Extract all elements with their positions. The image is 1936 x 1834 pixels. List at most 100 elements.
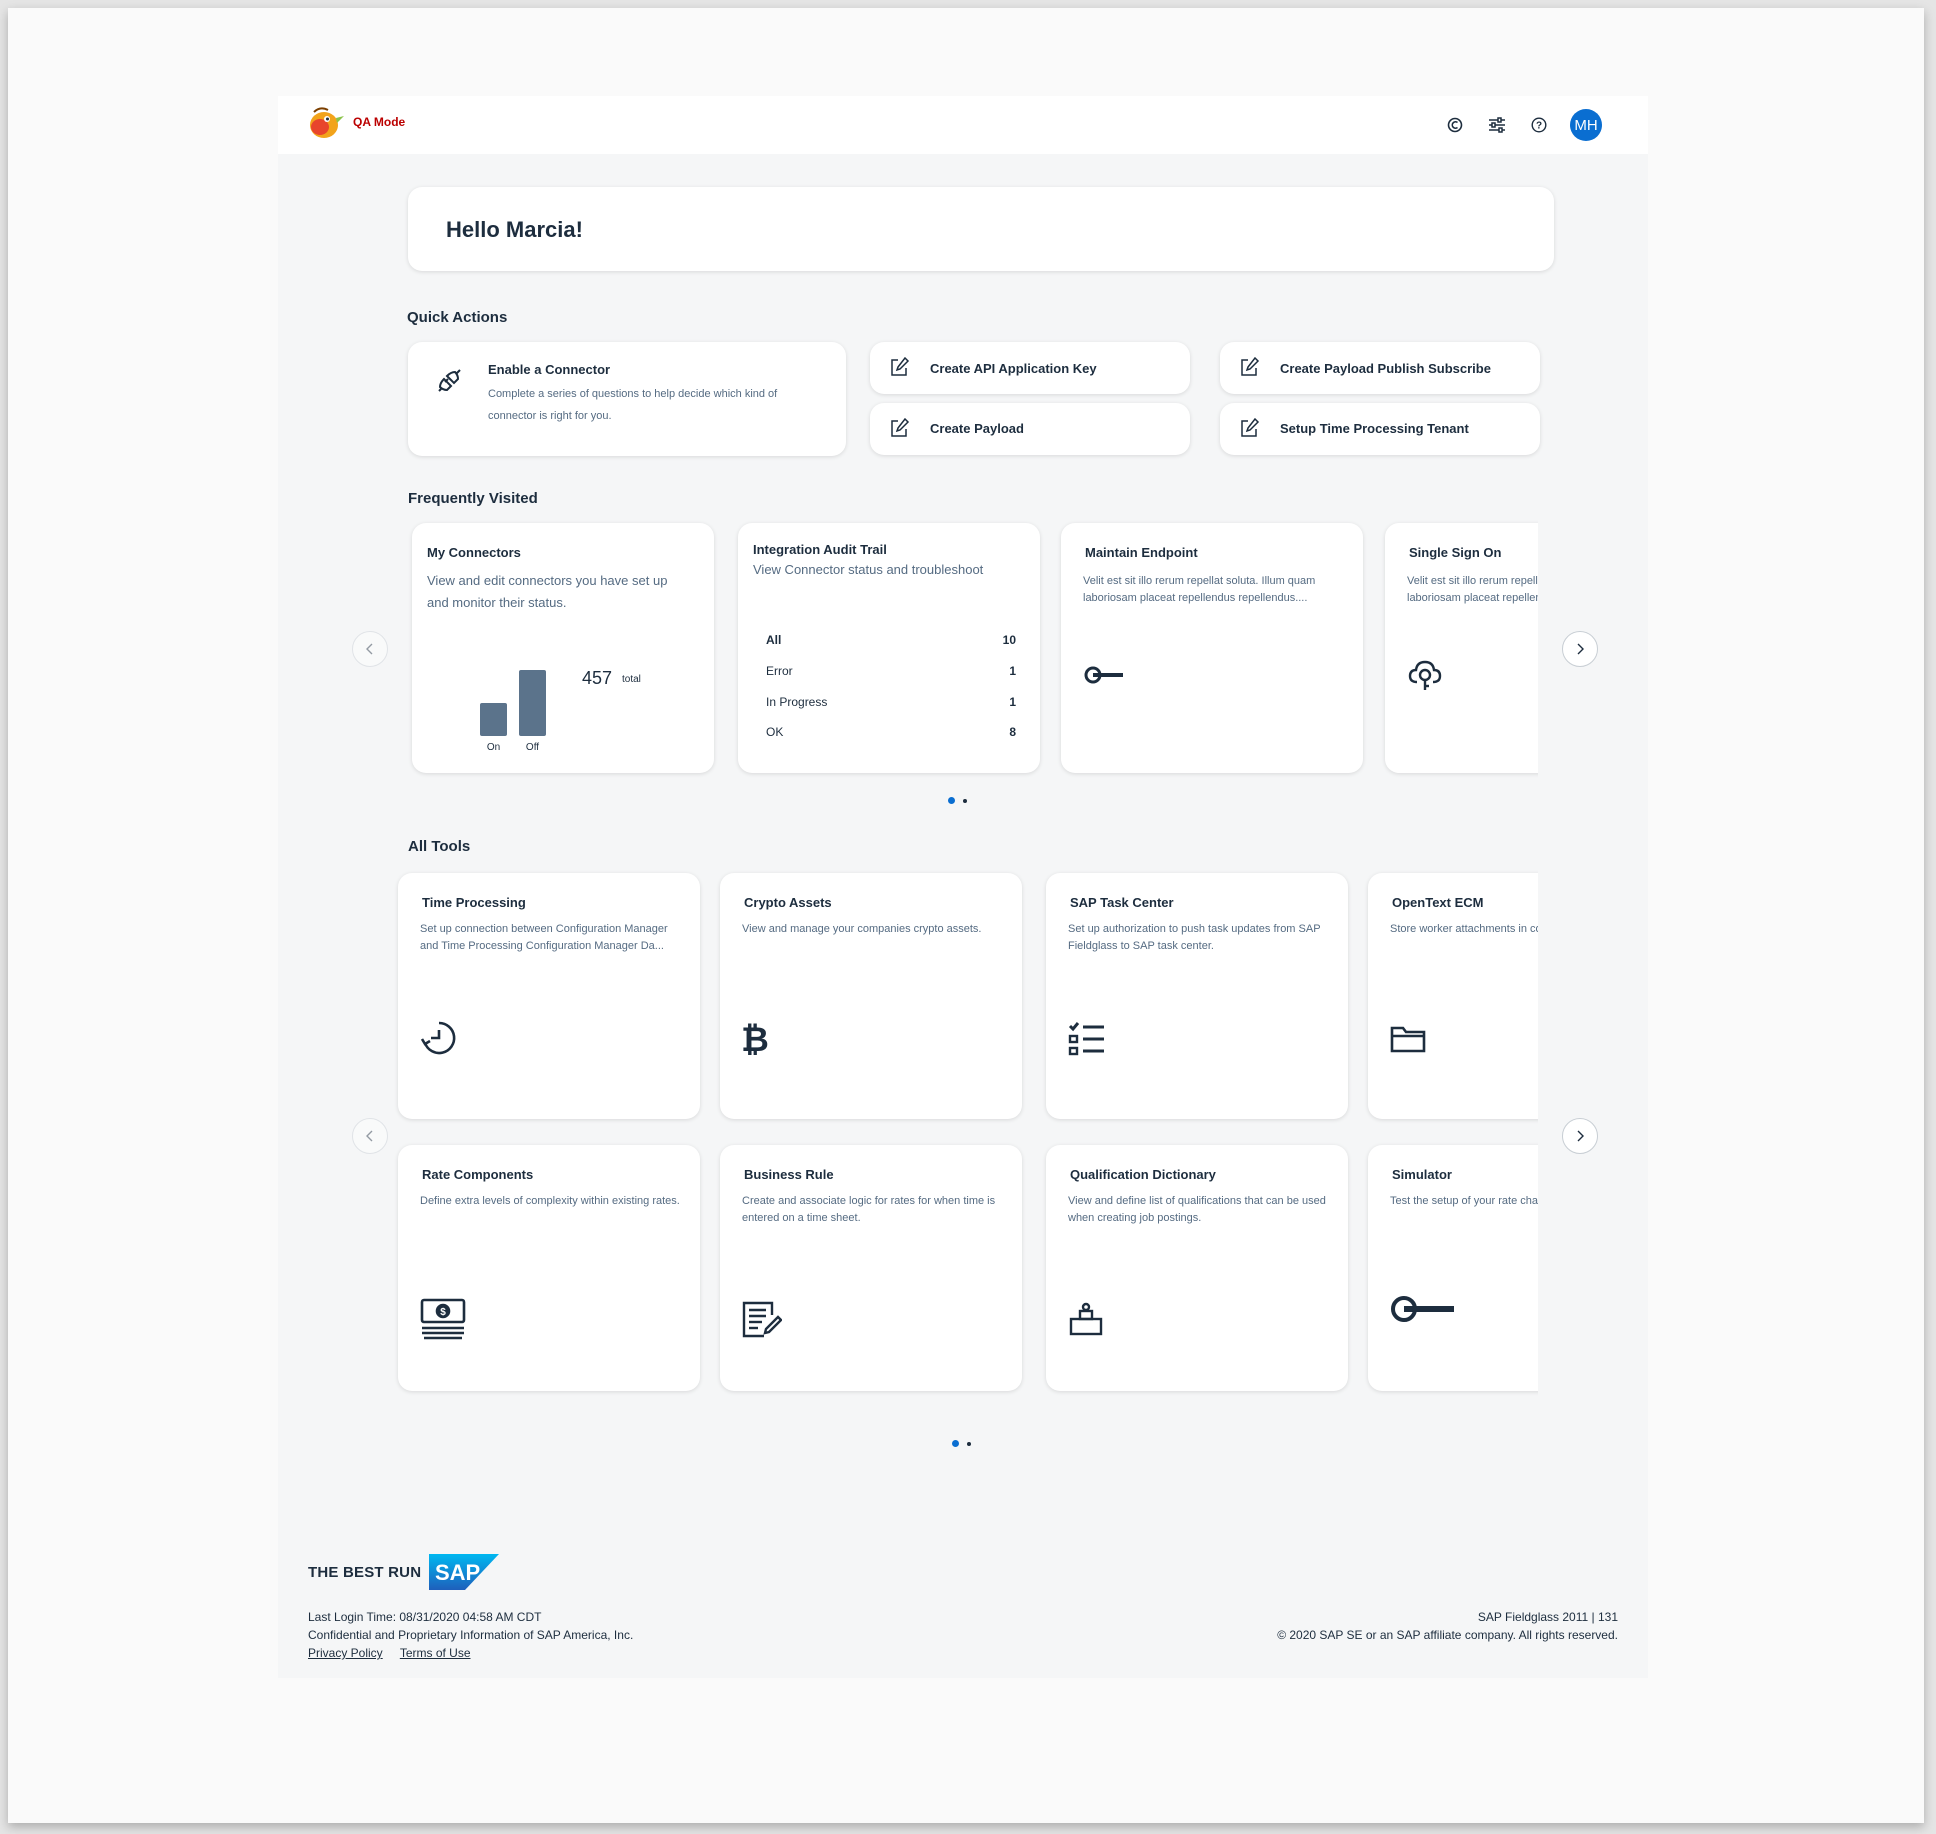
create-payload-publish-subscribe-button[interactable]: Create Payload Publish Subscribe (1220, 342, 1540, 394)
confidential-notice: Confidential and Proprietary Information… (308, 1628, 634, 1642)
tool-desc: Create and associate logic for rates for… (742, 1195, 996, 1224)
copilot-icon[interactable] (1444, 114, 1466, 136)
enable-connector-desc-1: Complete a series of questions to help d… (488, 388, 778, 400)
enable-connector-title: Enable a Connector (488, 362, 611, 377)
tool-desc: View and define list of qualifications t… (1068, 1195, 1326, 1224)
audit-label: OK (766, 725, 784, 739)
audit-row-in-progress: In Progress 1 (766, 695, 1016, 709)
chevron-right-icon (1577, 643, 1584, 655)
create-api-key-label: Create API Application Key (930, 361, 1097, 376)
cloud-key-icon (1408, 660, 1442, 690)
single-sign-on-desc-1: Velit est sit illo rerum repellat soluta… (1407, 575, 1538, 587)
tool-desc: Define extra levels of complexity within… (420, 1195, 680, 1207)
copyright: © 2020 SAP SE or an SAP affiliate compan… (1277, 1628, 1618, 1642)
settings-icon[interactable] (1486, 114, 1508, 136)
plug-icon (438, 369, 461, 392)
audit-value: 10 (1002, 633, 1016, 647)
chevron-left-icon (366, 1130, 373, 1142)
shell-bar: QA Mode ? MH (278, 96, 1648, 154)
edit-icon (1241, 357, 1260, 376)
connectors-total-value: 457 (582, 668, 613, 688)
time-processing-icon (420, 1021, 456, 1055)
create-api-key-button[interactable]: Create API Application Key (870, 342, 1190, 394)
tool-card-rate-components[interactable]: Rate Components Define extra levels of c… (398, 1145, 700, 1391)
tool-card-qualification-dictionary[interactable]: Qualification Dictionary View and define… (1046, 1145, 1348, 1391)
tool-title: SAP Task Center (1070, 895, 1174, 910)
privacy-policy-link[interactable]: Privacy Policy (308, 1646, 383, 1660)
bitcoin-icon: ₿ (742, 1021, 768, 1057)
last-login-time: Last Login Time: 08/31/2020 04:58 AM CDT (308, 1610, 542, 1624)
audit-trail-title: Integration Audit Trail (753, 542, 887, 557)
tool-card-opentext-ecm[interactable]: OpenText ECM Store worker attachments in… (1368, 873, 1538, 1119)
chevron-left-icon (366, 643, 373, 655)
maintain-endpoint-desc-1: Velit est sit illo rerum repellat soluta… (1083, 575, 1316, 587)
audit-value: 8 (1009, 725, 1016, 739)
tool-card-business-rule[interactable]: Business Rule Create and associate logic… (720, 1145, 1022, 1391)
tool-desc: Store worker attachments in connection w… (1390, 923, 1538, 935)
key-icon (1391, 1296, 1454, 1322)
tool-desc: Set up authorization to push task update… (1068, 923, 1321, 952)
terms-of-use-link[interactable]: Terms of Use (400, 1646, 471, 1660)
tool-desc: Set up connection between Configuration … (420, 923, 668, 952)
audit-label: All (766, 633, 782, 647)
audit-label: Error (766, 664, 793, 678)
user-avatar[interactable]: MH (1570, 109, 1602, 141)
sap-logo-icon: SAP (429, 1554, 500, 1590)
audit-label: In Progress (766, 695, 828, 709)
task-list-icon (1068, 1022, 1104, 1056)
quick-actions-title: Quick Actions (407, 309, 508, 326)
audit-row-ok: OK 8 (766, 725, 1016, 739)
bar-label-off: Off (526, 742, 539, 753)
my-connectors-card[interactable]: My Connectors View and edit connectors y… (412, 523, 714, 773)
greeting-title: Hello Marcia! (446, 217, 583, 242)
single-sign-on-title: Single Sign On (1409, 545, 1502, 560)
tool-desc: Test the setup of your rate chart before… (1390, 1195, 1538, 1207)
audit-row-all: All 10 (766, 633, 1016, 647)
tool-card-sap-task-center[interactable]: SAP Task Center Set up authorization to … (1046, 873, 1348, 1119)
my-connectors-desc-2: and monitor their status. (427, 595, 567, 610)
my-connectors-desc-1: View and edit connectors you have set up (427, 573, 668, 588)
sap-logo-text: SAP (435, 1560, 480, 1585)
document-edit-icon (742, 1301, 782, 1338)
page-dot[interactable] (967, 1441, 971, 1446)
app-version: SAP Fieldglass 2011 | 131 (1477, 1610, 1618, 1624)
shell-actions: ? MH (1444, 109, 1602, 141)
greeting-card: Hello Marcia! (408, 187, 1554, 271)
tool-card-time-processing[interactable]: Time Processing Set up connection betwee… (398, 873, 700, 1119)
maintain-endpoint-title: Maintain Endpoint (1085, 545, 1198, 560)
brand-tagline: THE BEST RUN (308, 1563, 422, 1581)
connectors-total-label: total (622, 674, 641, 685)
all-tools-prev-button[interactable] (352, 1118, 388, 1154)
footer-left: Last Login Time: 08/31/2020 04:58 AM CDT… (308, 1608, 633, 1662)
tool-title: Simulator (1392, 1167, 1452, 1182)
bar-on (480, 703, 507, 736)
all-tools-carousel: Time Processing Set up connection betwee… (390, 770, 1538, 1410)
frequently-visited-carousel: My Connectors View and edit connectors y… (408, 420, 1538, 780)
audit-row-error: Error 1 (766, 664, 1016, 678)
page-dot-active[interactable] (952, 1440, 959, 1447)
integration-audit-trail-card[interactable]: Integration Audit Trail View Connector s… (738, 523, 1040, 773)
frequently-visited-next-button[interactable] (1562, 631, 1598, 667)
help-icon[interactable]: ? (1528, 114, 1550, 136)
tool-card-simulator[interactable]: Simulator Test the setup of your rate ch… (1368, 1145, 1538, 1391)
my-connectors-title: My Connectors (427, 545, 521, 560)
connectors-bar-chart: On Off (480, 670, 546, 753)
footer-right: SAP Fieldglass 2011 | 131 © 2020 SAP SE … (1277, 1608, 1618, 1644)
maintain-endpoint-card[interactable]: Maintain Endpoint Velit est sit illo rer… (1061, 523, 1363, 773)
tool-card-crypto-assets[interactable]: Crypto Assets View and manage your compa… (720, 873, 1022, 1119)
tool-title: Rate Components (422, 1167, 534, 1182)
frequently-visited-prev-button[interactable] (352, 631, 388, 667)
all-tools-next-button[interactable] (1562, 1118, 1598, 1154)
chevron-right-icon (1577, 1130, 1584, 1142)
folder-icon (1390, 1026, 1426, 1053)
money-bills-icon: $ (420, 1298, 466, 1340)
qualification-icon (1069, 1302, 1103, 1336)
sap-brand: THE BEST RUN SAP (308, 1554, 500, 1590)
maintain-endpoint-desc-2: laboriosam placeat repellendus repellend… (1083, 592, 1308, 604)
app-logo-icon[interactable] (306, 106, 344, 140)
tool-title: OpenText ECM (1392, 895, 1484, 910)
single-sign-on-card[interactable]: Single Sign On Velit est sit illo rerum … (1385, 523, 1538, 773)
all-tools-pagination (952, 1440, 971, 1447)
tool-title: Crypto Assets (744, 895, 832, 910)
bar-off (519, 670, 546, 736)
